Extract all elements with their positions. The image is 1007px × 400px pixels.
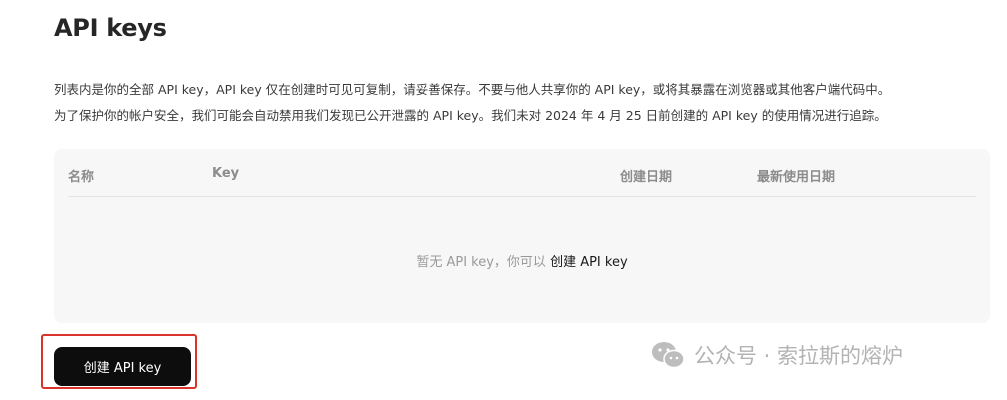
description-line-1: 列表内是你的全部 API key，API key 仅在创建时可见可复制，请妥善保… <box>54 82 891 97</box>
api-keys-table: 名称 Key 创建日期 最新使用日期 暂无 API key，你可以 创建 API… <box>54 149 990 323</box>
wechat-icon <box>652 342 685 369</box>
create-api-key-link[interactable]: 创建 API key <box>550 255 628 270</box>
watermark-text: 公众号 · 索拉斯的熔炉 <box>694 344 904 368</box>
description-line-2: 为了保护你的帐户安全，我们可能会自动禁用我们发现已公开泄露的 API key。我… <box>54 108 887 123</box>
empty-state: 暂无 API key，你可以 创建 API key <box>54 251 990 270</box>
api-keys-page: API keys 列表内是你的全部 API key，API key 仅在创建时可… <box>0 0 1007 400</box>
create-api-key-button[interactable]: 创建 API key <box>54 347 191 386</box>
empty-state-text: 暂无 API key，你可以 <box>416 255 546 270</box>
page-title: API keys <box>54 14 167 42</box>
column-header-last-used-date: 最新使用日期 <box>757 170 836 185</box>
watermark: 公众号 · 索拉斯的熔炉 <box>650 340 903 370</box>
column-header-created-date: 创建日期 <box>620 170 673 185</box>
column-header-name: 名称 <box>68 170 95 185</box>
header-divider <box>68 196 976 197</box>
column-header-key: Key <box>212 166 240 181</box>
